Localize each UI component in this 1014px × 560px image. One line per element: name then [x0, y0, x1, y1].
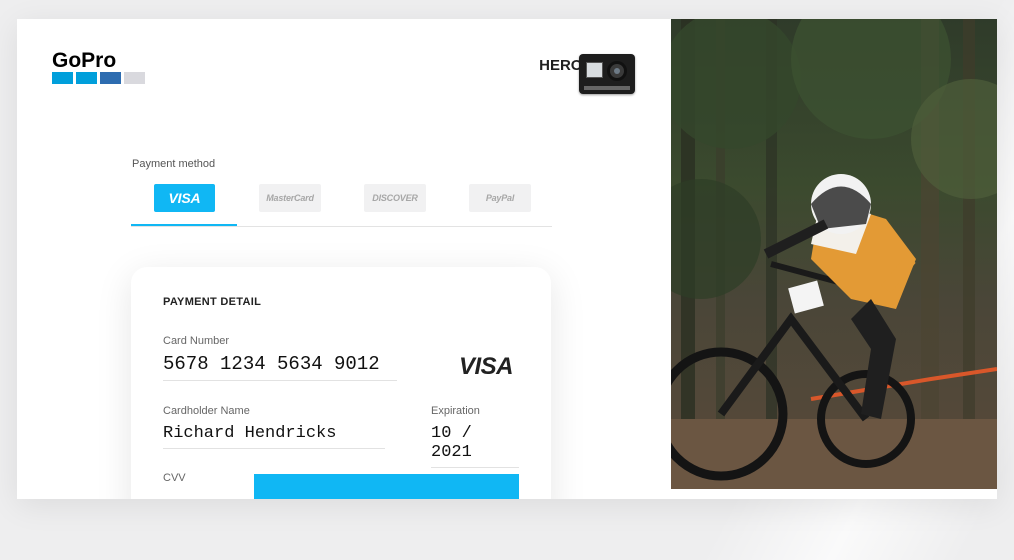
logo-block — [76, 72, 97, 84]
payment-method-label: Payment method — [132, 158, 216, 170]
card-number-field[interactable]: 5678 1234 5634 9012 — [163, 353, 397, 381]
logo-block — [52, 72, 73, 84]
active-tab-indicator — [131, 224, 237, 226]
camera-lens — [607, 61, 627, 81]
expiration-label: Expiration — [431, 405, 480, 417]
camera-screen — [586, 62, 603, 78]
camera-strip — [584, 86, 630, 90]
tab-visa[interactable]: VISA — [154, 184, 215, 212]
cvv-label: CVV — [163, 472, 186, 484]
payment-method-tabs: VISA MasterCard DISCOVER PayPal — [131, 184, 552, 227]
camera-icon — [579, 54, 635, 94]
gopro-logo: GoPro — [52, 49, 145, 84]
mountain-bike-photo — [671, 19, 997, 489]
cardholder-field[interactable]: Richard Hendricks — [163, 424, 385, 449]
payment-detail-panel: PAYMENT DETAIL Card Number 5678 1234 563… — [131, 267, 551, 499]
photo-illustration — [671, 19, 997, 489]
logo-block — [124, 72, 145, 84]
tab-discover[interactable]: DISCOVER — [364, 184, 426, 212]
cardholder-label: Cardholder Name — [163, 405, 250, 417]
expiration-field[interactable]: 10 / 2021 — [431, 424, 519, 468]
logo-wordmark: GoPro — [52, 49, 117, 72]
checkout-card: GoPro HERO7 Black 429.99$ Payment method… — [17, 19, 997, 499]
payment-detail-title: PAYMENT DETAIL — [163, 296, 262, 308]
logo-blocks — [52, 72, 145, 84]
tab-paypal[interactable]: PayPal — [469, 184, 531, 212]
logo-block — [100, 72, 121, 84]
tab-mastercard[interactable]: MasterCard — [259, 184, 321, 212]
card-number-label: Card Number — [163, 335, 230, 347]
visa-logo: VISA — [459, 353, 514, 380]
